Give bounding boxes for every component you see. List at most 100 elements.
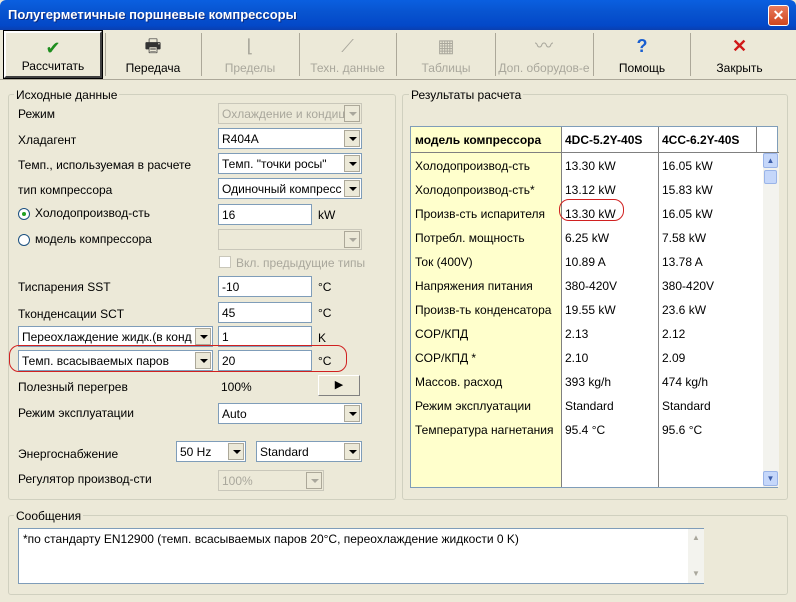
op-mode-select[interactable]: Auto [218, 403, 362, 424]
capacity-label: Холодопроизвод-сть [35, 206, 150, 220]
result-row-value: 380-420V [565, 279, 618, 293]
toolbar-button-label: Техн. данные [310, 61, 385, 75]
results-table: модель компрессора 4DC-5.2Y-40S 4CC-6.2Y… [410, 126, 779, 488]
power-label: Энергоснабжение [18, 447, 119, 461]
regulator-label: Регулятор производ-сти [18, 472, 152, 486]
capacity-radio[interactable] [18, 208, 30, 220]
toolbar-tables-button[interactable]: ▦ Таблицы [397, 31, 495, 78]
result-row-label: COP/КПД [415, 327, 469, 341]
chevron-down-icon [344, 443, 360, 460]
capacity-unit: kW [318, 208, 336, 222]
frequency-select[interactable]: 50 Hz [176, 441, 246, 462]
header-compressor-2: 4CC-6.2Y-40S [658, 127, 779, 153]
chevron-down-icon [306, 472, 322, 489]
sct-input[interactable]: 45 [218, 302, 312, 323]
toolbar-tech-data-button[interactable]: ⟋ Техн. данные [300, 31, 395, 78]
scroll-up-icon[interactable]: ▲ [763, 153, 778, 168]
chevron-down-icon [195, 328, 211, 345]
tech-data-icon: ⟋ [341, 36, 354, 56]
sst-input[interactable]: -10 [218, 276, 312, 297]
result-row-label: COP/КПД * [415, 351, 477, 365]
model-radio[interactable] [18, 234, 30, 246]
scroll-down-icon[interactable]: ▼ [692, 569, 700, 578]
superheat-play-button[interactable]: ▶ [318, 375, 360, 396]
result-row-value: 474 kg/h [662, 375, 709, 389]
model-select[interactable] [218, 229, 362, 250]
column-divider [658, 127, 659, 487]
result-row-label: Ток (400V) [415, 255, 473, 269]
refrigerant-label: Хладагент [18, 133, 77, 147]
toolbar-transfer-button[interactable]: 🖶 Передача [106, 31, 200, 78]
accessories-icon: 〰 [535, 36, 553, 56]
capacity-input[interactable]: 16 [218, 204, 312, 225]
result-row-value: Standard [662, 399, 711, 413]
toolbar-help-button[interactable]: ? Помощь [594, 31, 690, 78]
compressor-type-select[interactable]: Одиночный компресс [218, 178, 362, 199]
compressor-type-label: тип компрессора [18, 183, 113, 197]
table-icon: ▦ [437, 36, 455, 56]
prev-types-checkbox[interactable] [219, 256, 231, 268]
messages-scrollbar[interactable]: ▲ ▼ [688, 529, 704, 583]
result-row-value: 393 kg/h [565, 375, 612, 389]
toolbar-button-label: Помощь [618, 61, 666, 75]
toolbar-accessories-button[interactable]: 〰 Доп. оборудов-е [496, 31, 592, 78]
result-row-label: Произв-сть испарителя [415, 207, 546, 221]
result-row-label: Произв-ть конденсатора [415, 303, 552, 317]
result-row-value: 13.12 kW [565, 183, 616, 197]
result-row-label: Потребл. мощность [415, 231, 525, 245]
window-close-button[interactable]: ✕ [768, 5, 789, 26]
subcool-input[interactable]: 1 [218, 326, 312, 347]
calc-temp-select[interactable]: Темп. "точки росы" [218, 153, 362, 174]
result-row-value: 15.83 kW [662, 183, 713, 197]
model-label: модель компрессора [35, 232, 152, 246]
scroll-down-icon[interactable]: ▼ [763, 471, 778, 486]
chevron-down-icon [344, 105, 360, 122]
result-row-value: 2.09 [662, 351, 686, 365]
window-title: Полугерметичные поршневые компрессоры [8, 7, 297, 22]
result-row-value: 6.25 kW [565, 231, 610, 245]
check-icon: ✔ [45, 38, 61, 58]
scroll-thumb[interactable] [764, 170, 777, 184]
result-row-value: 2.13 [565, 327, 589, 341]
result-row-label: Напряжения питания [415, 279, 533, 293]
evaporator-highlight-ring [559, 199, 624, 221]
printer-icon: 🖶 [144, 36, 162, 56]
prev-types-label: Вкл. предыдущие типы [236, 256, 366, 270]
result-row-value: 23.6 kW [662, 303, 707, 317]
refrigerant-value: R404A [222, 132, 259, 146]
refrigerant-select[interactable]: R404A [218, 128, 362, 149]
results-legend: Результаты расчета [409, 88, 524, 102]
chevron-down-icon [344, 130, 360, 147]
result-row-value: 2.12 [662, 327, 686, 341]
op-mode-value: Auto [222, 407, 247, 421]
mode-select[interactable]: Охлаждение и кондиц [218, 103, 362, 124]
results-scrollbar[interactable]: ▲ ▼ [763, 153, 779, 487]
power-value: Standard [260, 445, 309, 459]
scroll-up-icon[interactable]: ▲ [692, 533, 700, 542]
result-row-value: Standard [565, 399, 614, 413]
regulator-select[interactable]: 100% [218, 470, 324, 491]
subcool-label: Переохлаждение жидк.(в конд [22, 330, 192, 344]
superheat-value: 100% [221, 380, 252, 394]
subcool-select[interactable]: Переохлаждение жидк.(в конд [18, 326, 213, 347]
result-row-value: 95.4 °C [565, 423, 606, 437]
mode-value: Охлаждение и кондиц [222, 107, 346, 121]
power-select[interactable]: Standard [256, 441, 362, 462]
result-row-label: Режим эксплуатации [415, 399, 531, 413]
toolbar-button-label: Таблицы [421, 61, 471, 75]
result-row-value: 13.78 A [662, 255, 703, 269]
column-divider [561, 127, 562, 487]
sst-unit: °C [318, 280, 332, 294]
result-row-value: 13.30 kW [565, 159, 616, 173]
chevron-down-icon [228, 443, 244, 460]
toolbar-close-button[interactable]: ✕ Закрыть [691, 31, 788, 78]
result-row-value: 2.10 [565, 351, 589, 365]
toolbar-bottom-divider [0, 79, 796, 80]
messages-box[interactable]: *по стандарту EN12900 (темп. всасываемых… [18, 528, 704, 584]
toolbar-limits-button[interactable]: ⌊ Пределы [202, 31, 298, 78]
toolbar-calculate-button[interactable]: ✔ Рассчитать [3, 30, 103, 79]
chevron-down-icon [344, 180, 360, 197]
sct-label: Тконденсации SCT [18, 307, 125, 321]
messages-legend: Сообщения [14, 509, 84, 523]
chevron-down-icon [344, 405, 360, 422]
